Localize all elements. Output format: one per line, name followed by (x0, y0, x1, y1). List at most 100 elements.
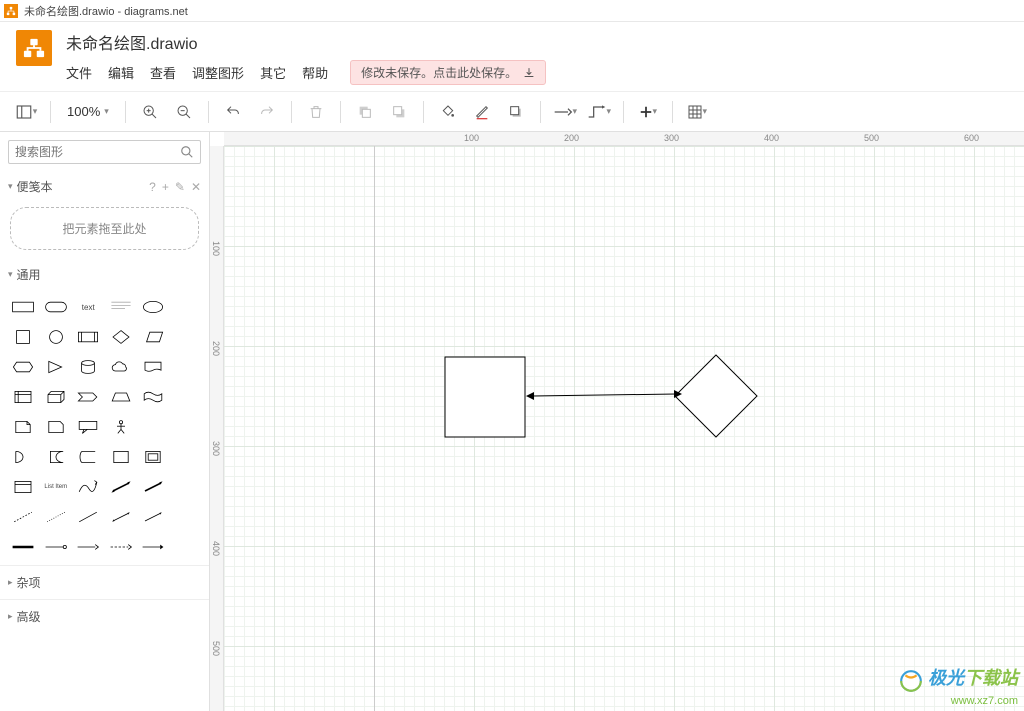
search-shapes[interactable] (8, 140, 201, 164)
shape-card[interactable] (41, 413, 72, 441)
shape-callout[interactable] (73, 413, 104, 441)
shape-link2[interactable] (41, 533, 72, 561)
line-color-button[interactable] (468, 98, 496, 126)
ruler-tick: 200 (564, 133, 579, 143)
canvas-shape-rect[interactable] (444, 356, 526, 438)
menu-extras[interactable]: 其它 (260, 63, 286, 82)
shape-link4[interactable] (106, 533, 137, 561)
shape-container[interactable] (106, 443, 137, 471)
shape-text[interactable]: text (73, 293, 104, 321)
undo-button[interactable] (219, 98, 247, 126)
search-input[interactable] (15, 145, 174, 159)
shape-textbox[interactable] (106, 293, 137, 321)
shape-blank10[interactable] (171, 533, 202, 561)
shape-curve[interactable] (73, 473, 104, 501)
zoom-select[interactable]: 100%▾ (61, 104, 115, 119)
shapes-palette: text (0, 289, 209, 565)
shape-parallelogram[interactable] (138, 323, 169, 351)
shape-dotted-line[interactable] (41, 503, 72, 531)
shape-line[interactable] (73, 503, 104, 531)
shape-list-item[interactable]: List Item (41, 473, 72, 501)
shape-internal-storage[interactable] (8, 383, 39, 411)
shape-and[interactable] (41, 443, 72, 471)
zoom-in-button[interactable] (136, 98, 164, 126)
advanced-section[interactable]: ▸ 高级 (0, 599, 209, 633)
shape-blank[interactable] (171, 293, 202, 321)
shape-blank9[interactable] (171, 503, 202, 531)
fill-color-button[interactable] (434, 98, 462, 126)
misc-section[interactable]: ▸ 杂项 (0, 565, 209, 599)
shape-cube[interactable] (41, 383, 72, 411)
connection-button[interactable]: ▾ (551, 98, 579, 126)
shape-hexagon[interactable] (8, 353, 39, 381)
menu-arrange[interactable]: 调整图形 (192, 63, 244, 82)
ruler-horizontal: 100 200 300 400 500 600 (224, 132, 1024, 146)
to-front-button[interactable] (351, 98, 379, 126)
menu-view[interactable]: 查看 (150, 63, 176, 82)
separator (50, 101, 51, 123)
shadow-button[interactable] (502, 98, 530, 126)
shape-link5[interactable] (138, 533, 169, 561)
shape-cloud[interactable] (106, 353, 137, 381)
menu-file[interactable]: 文件 (66, 63, 92, 82)
shape-data-store[interactable] (73, 443, 104, 471)
general-section[interactable]: ▾ 通用 (0, 260, 209, 289)
shape-bidir-thin[interactable] (106, 503, 137, 531)
shape-square[interactable] (8, 323, 39, 351)
table-button[interactable]: ▾ (683, 98, 711, 126)
app-header: 未命名绘图.drawio 文件 编辑 查看 调整图形 其它 帮助 修改未保存。点… (0, 22, 1024, 92)
menu-edit[interactable]: 编辑 (108, 63, 134, 82)
shape-frame[interactable] (138, 443, 169, 471)
shape-trapezoid[interactable] (106, 383, 137, 411)
shape-triangle[interactable] (41, 353, 72, 381)
shape-rounded-rect[interactable] (41, 293, 72, 321)
shape-link3[interactable] (73, 533, 104, 561)
shape-tape[interactable] (138, 383, 169, 411)
insert-button[interactable]: ▾ (634, 98, 662, 126)
shape-process[interactable] (73, 323, 104, 351)
shape-half-circle[interactable] (8, 443, 39, 471)
shape-blank4[interactable] (171, 383, 202, 411)
shape-blank2[interactable] (171, 323, 202, 351)
help-icon[interactable]: ? (149, 180, 156, 194)
shape-bidir-arrow[interactable] (106, 473, 137, 501)
shape-dashed-line[interactable] (8, 503, 39, 531)
shape-blank5[interactable] (138, 413, 169, 441)
shape-cylinder[interactable] (73, 353, 104, 381)
save-notice[interactable]: 修改未保存。点击此处保存。 (350, 60, 546, 85)
canvas-shape-arrow[interactable] (524, 386, 684, 406)
zoom-out-button[interactable] (170, 98, 198, 126)
shape-blank3[interactable] (171, 353, 202, 381)
shape-actor[interactable] (106, 413, 137, 441)
shape-diamond[interactable] (106, 323, 137, 351)
shape-link1[interactable] (8, 533, 39, 561)
shape-arrow[interactable] (138, 473, 169, 501)
shape-circle[interactable] (41, 323, 72, 351)
menu-help[interactable]: 帮助 (302, 63, 328, 82)
sidebar-toggle-button[interactable]: ▾ (12, 98, 40, 126)
redo-button[interactable] (253, 98, 281, 126)
doc-title[interactable]: 未命名绘图.drawio (66, 30, 546, 54)
edit-icon[interactable]: ✎ (175, 180, 185, 194)
to-back-button[interactable] (385, 98, 413, 126)
save-notice-text: 修改未保存。点击此处保存。 (361, 64, 517, 81)
shape-step[interactable] (73, 383, 104, 411)
add-icon[interactable]: + (162, 180, 169, 194)
scratchpad-section[interactable]: ▾ 便笺本 ? + ✎ ✕ (0, 172, 209, 201)
shape-thin-arrow[interactable] (138, 503, 169, 531)
shape-ellipse[interactable] (138, 293, 169, 321)
delete-button[interactable] (302, 98, 330, 126)
scratchpad-dropzone[interactable]: 把元素拖至此处 (10, 207, 199, 250)
close-icon[interactable]: ✕ (191, 180, 201, 194)
shape-note[interactable] (8, 413, 39, 441)
canvas-shape-diamond[interactable] (674, 354, 758, 438)
shape-document[interactable] (138, 353, 169, 381)
shape-blank8[interactable] (171, 473, 202, 501)
shape-blank6[interactable] (171, 413, 202, 441)
shape-blank7[interactable] (171, 443, 202, 471)
logo[interactable] (16, 30, 52, 66)
waypoints-button[interactable]: ▾ (585, 98, 613, 126)
shape-list[interactable] (8, 473, 39, 501)
shape-rect[interactable] (8, 293, 39, 321)
diagram-canvas[interactable]: 极光下载站 www.xz7.com (224, 146, 1024, 711)
